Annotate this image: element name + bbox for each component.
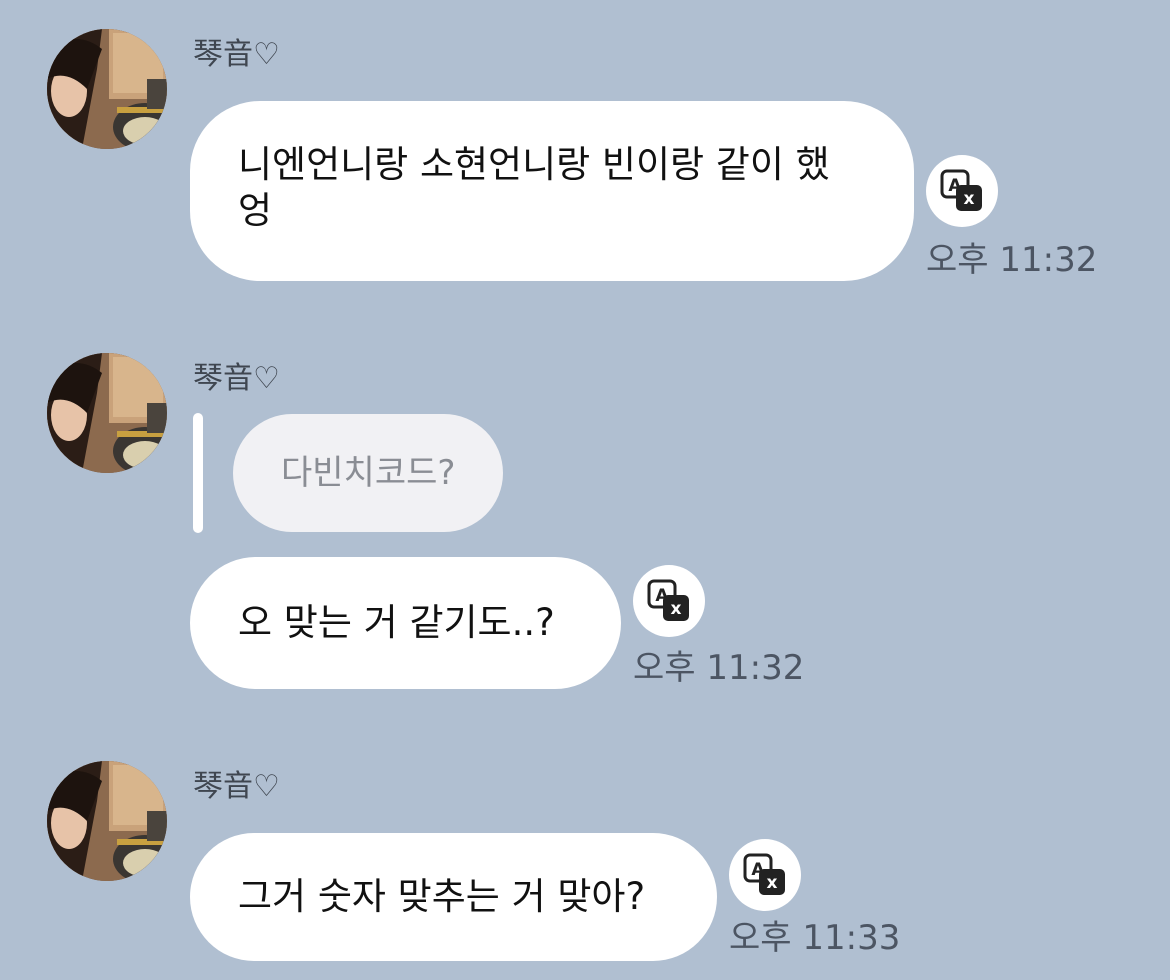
message-text: 엉 bbox=[238, 189, 273, 232]
translate-button[interactable] bbox=[633, 565, 705, 637]
sender-name: 琴音♡ bbox=[193, 37, 280, 72]
message-bubble[interactable]: 그거 숫자 맞추는 거 맞아? bbox=[190, 833, 717, 961]
avatar[interactable] bbox=[47, 29, 167, 149]
timestamp: 오후 11:32 bbox=[926, 240, 1098, 280]
timestamp: 오후 11:33 bbox=[729, 918, 901, 958]
message-text: 니엔언니랑 소현언니랑 빈이랑 같이 했 bbox=[238, 143, 830, 186]
translate-icon bbox=[940, 169, 984, 213]
sender-name: 琴音♡ bbox=[193, 769, 280, 804]
avatar[interactable] bbox=[47, 353, 167, 473]
translate-button[interactable] bbox=[729, 839, 801, 911]
message-text: 그거 숫자 맞추는 거 맞아? bbox=[238, 875, 646, 918]
sender-name: 琴音♡ bbox=[193, 361, 280, 396]
quoted-text: 다빈치코드? bbox=[281, 453, 456, 493]
translate-icon bbox=[743, 853, 787, 897]
translate-button[interactable] bbox=[926, 155, 998, 227]
message-text: 오 맞는 거 같기도..? bbox=[238, 601, 555, 644]
avatar[interactable] bbox=[47, 761, 167, 881]
timestamp: 오후 11:32 bbox=[633, 648, 805, 688]
quoted-message[interactable]: 다빈치코드? bbox=[233, 414, 503, 532]
message-bubble[interactable]: 오 맞는 거 같기도..? bbox=[190, 557, 621, 689]
message-bubble[interactable]: 니엔언니랑 소현언니랑 빈이랑 같이 했 엉 bbox=[190, 101, 914, 281]
translate-icon bbox=[647, 579, 691, 623]
quote-bar bbox=[193, 413, 203, 533]
